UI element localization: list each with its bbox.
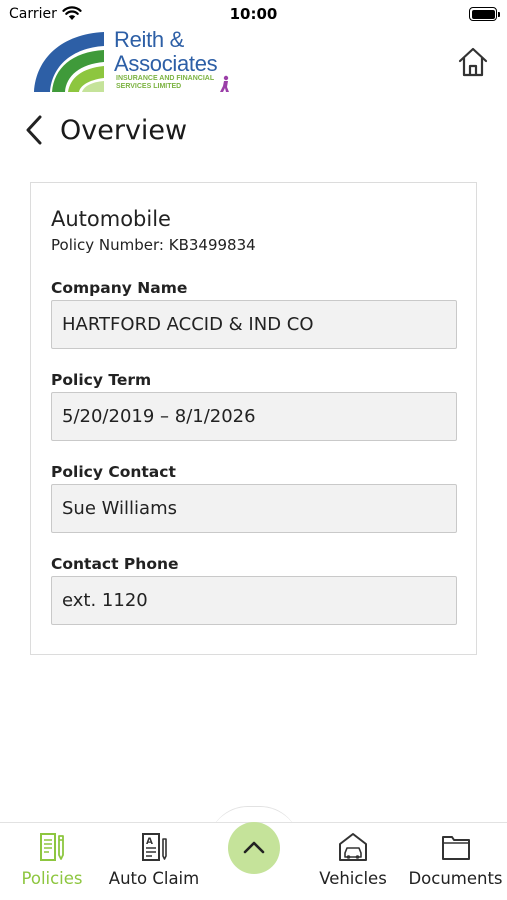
logo-figure-icon bbox=[220, 75, 229, 92]
page-header: Overview bbox=[22, 110, 187, 150]
policy-term-label: Policy Term bbox=[51, 371, 152, 389]
svg-text:A: A bbox=[146, 837, 153, 847]
policy-card: Automobile Policy Number: KB3499834 Comp… bbox=[30, 182, 477, 655]
policy-contact-label: Policy Contact bbox=[51, 463, 176, 481]
clock: 10:00 bbox=[229, 5, 278, 23]
contact-phone-field[interactable]: ext. 1120 bbox=[51, 576, 457, 625]
page-title: Overview bbox=[60, 114, 188, 146]
expand-menu-button[interactable] bbox=[228, 822, 280, 874]
tab-label: Vehicles bbox=[319, 869, 387, 888]
tab-policies[interactable]: Policies bbox=[14, 823, 90, 900]
battery-icon bbox=[469, 7, 500, 21]
tab-label: Documents bbox=[408, 869, 503, 888]
company-name-label: Company Name bbox=[51, 279, 188, 297]
car-garage-icon bbox=[339, 833, 367, 861]
logo-mark-icon bbox=[34, 32, 104, 92]
logo-tagline: INSURANCE AND FINANCIAL SERVICES LIMITED bbox=[116, 75, 215, 90]
folder-icon bbox=[441, 836, 470, 860]
claim-form-icon: A bbox=[142, 833, 167, 861]
tab-label: Auto Claim bbox=[108, 869, 200, 888]
policy-document-icon bbox=[40, 833, 64, 861]
policy-term-field[interactable]: 5/20/2019 – 8/1/2026 bbox=[51, 392, 457, 441]
chevron-left-icon[interactable] bbox=[22, 113, 46, 147]
logo-name: Reith & Associates bbox=[114, 27, 218, 76]
company-name-field[interactable]: HARTFORD ACCID & IND CO bbox=[51, 300, 457, 349]
tab-vehicles[interactable]: Vehicles bbox=[316, 823, 390, 900]
policy-contact-field[interactable]: Sue Williams bbox=[51, 484, 457, 533]
chevron-up-icon bbox=[243, 841, 265, 854]
tab-auto-claim[interactable]: A Auto Claim bbox=[106, 823, 202, 900]
home-icon[interactable] bbox=[456, 45, 490, 79]
policy-type: Automobile bbox=[51, 207, 171, 231]
tab-documents[interactable]: Documents bbox=[408, 823, 503, 900]
contact-phone-label: Contact Phone bbox=[51, 555, 179, 573]
company-logo: Reith & Associates INSURANCE AND FINANCI… bbox=[32, 28, 232, 96]
tab-label: Policies bbox=[21, 869, 83, 888]
status-bar: Carrier 10:00 bbox=[0, 0, 507, 28]
policy-number: Policy Number: KB3499834 bbox=[51, 236, 256, 254]
